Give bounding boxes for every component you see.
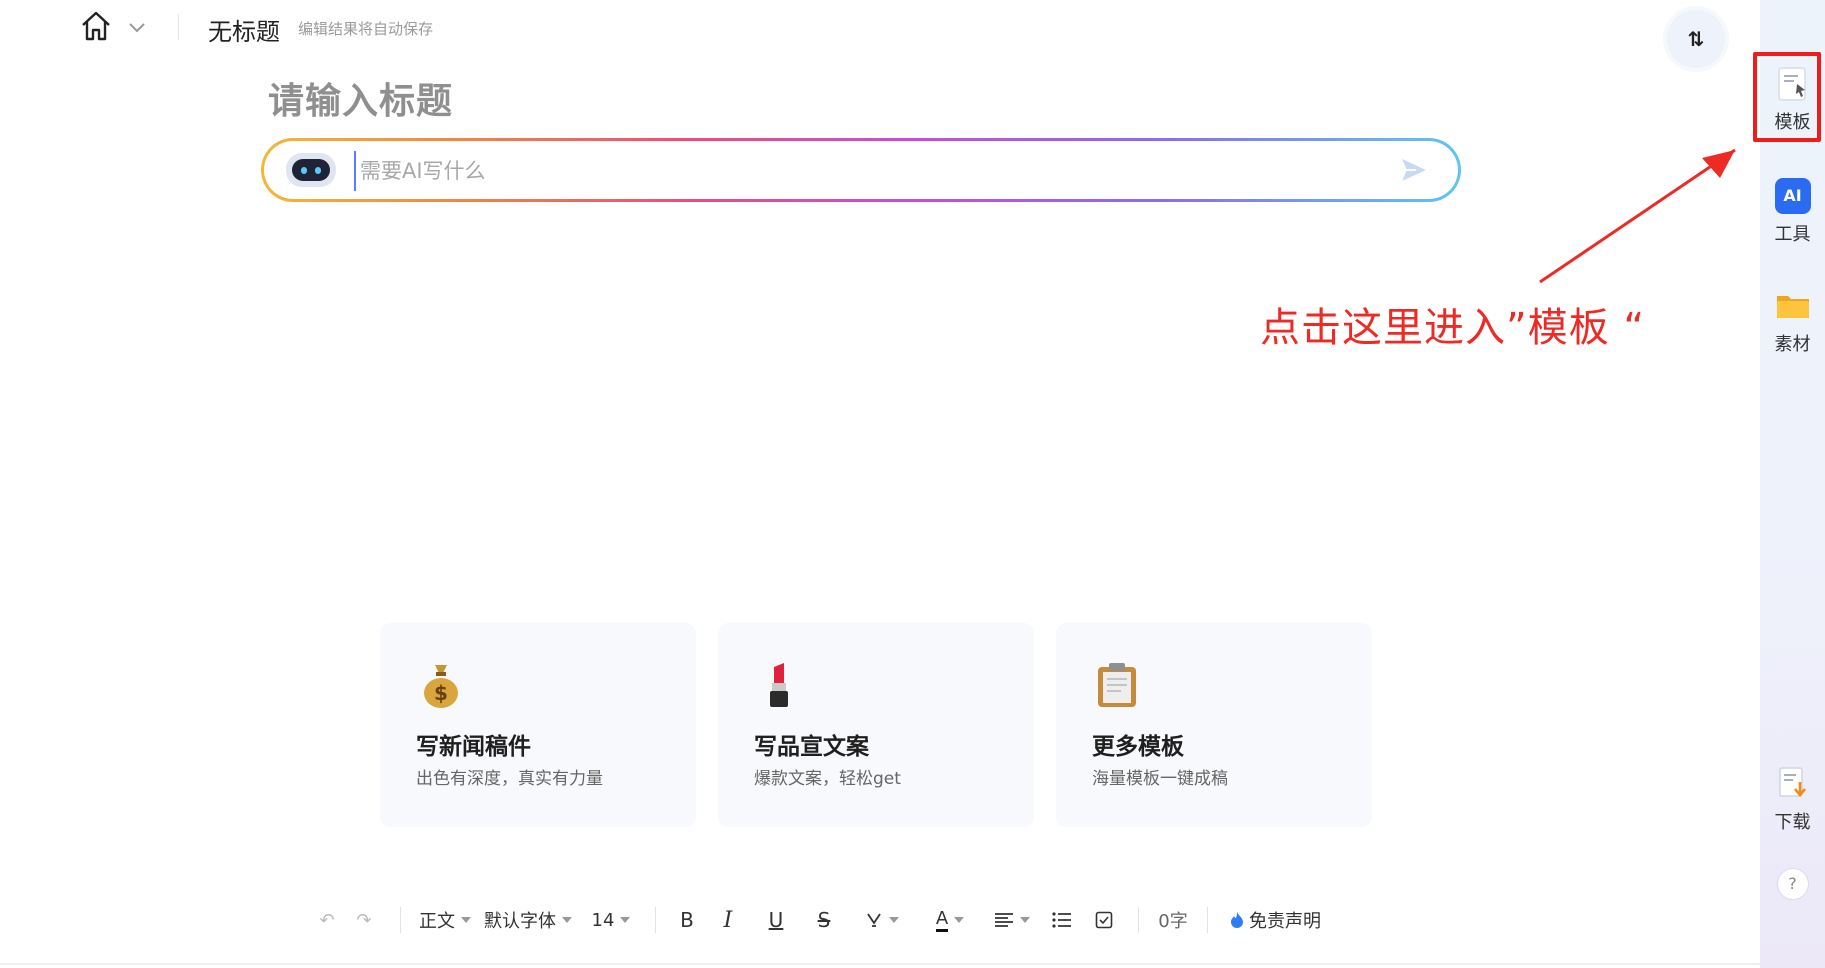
title-input[interactable]: 请输入标题 — [268, 72, 453, 124]
ai-prompt-box — [261, 138, 1461, 202]
format-toolbar: ↶ ↷ 正文 默认字体 14 B I U S A 0字 免责声明 — [312, 900, 1452, 940]
checkbox-icon — [1095, 911, 1113, 929]
right-sidebar: 模板 AI 工具 素材 下载 ? — [1760, 0, 1825, 968]
help-button[interactable]: ? — [1760, 868, 1825, 900]
bold-button[interactable]: B — [670, 900, 704, 940]
annotation-arrow — [1539, 148, 1736, 284]
editor-bottom-border — [0, 963, 1760, 965]
clipboard-icon — [1098, 663, 1136, 707]
toolbar-divider — [1138, 907, 1139, 933]
home-icon[interactable] — [78, 8, 114, 44]
card-description: 出色有深度，真实有力量 — [416, 769, 603, 789]
sidebar-item-label: 下载 — [1774, 812, 1811, 833]
font-size-label: 14 — [591, 909, 615, 931]
paragraph-style-select[interactable]: 正文 — [415, 900, 475, 940]
ai-icon: AI — [1774, 178, 1811, 214]
font-family-label: 默认字体 — [484, 911, 556, 932]
header-divider — [178, 14, 179, 40]
annotation-text: 点击这里进入”模板 “ — [1260, 305, 1646, 351]
switch-icon: ⇅ — [1687, 27, 1705, 51]
align-button[interactable] — [984, 900, 1040, 940]
sidebar-item-label: 素材 — [1774, 334, 1811, 355]
chevron-down-icon[interactable] — [126, 16, 148, 38]
template-highlight-box — [1753, 52, 1821, 142]
download-icon — [1778, 767, 1806, 798]
card-description: 海量模板一键成稿 — [1092, 769, 1228, 789]
help-icon: ? — [1776, 868, 1809, 900]
checklist-button[interactable] — [1084, 900, 1124, 940]
money-bag-icon: $ — [424, 665, 458, 708]
card-more-templates[interactable]: 更多模板 海量模板一键成稿 — [1056, 623, 1372, 827]
align-left-icon — [995, 913, 1013, 927]
sidebar-item-tools[interactable]: AI 工具 — [1760, 178, 1825, 246]
paragraph-style-label: 正文 — [419, 911, 455, 932]
italic-button[interactable]: I — [704, 900, 752, 940]
ai-prompt-input[interactable] — [354, 151, 1362, 191]
sidebar-item-label: 工具 — [1774, 224, 1811, 245]
sidebar-item-download[interactable]: 下载 — [1760, 766, 1825, 834]
highlight-button[interactable] — [848, 900, 916, 940]
toolbar-divider — [1207, 907, 1208, 933]
sidebar-item-materials[interactable]: 素材 — [1760, 288, 1825, 356]
font-size-select[interactable]: 14 — [581, 900, 641, 940]
robot-icon — [286, 153, 336, 187]
autosave-hint: 编辑结果将自动保存 — [298, 20, 434, 38]
underline-button[interactable]: U — [752, 900, 800, 940]
toolbar-divider — [400, 907, 401, 933]
card-description: 爆款文案，轻松get — [754, 769, 901, 789]
undo-icon[interactable]: ↶ — [312, 900, 342, 940]
card-title: 写新闻稿件 — [416, 734, 531, 760]
disclaimer-label: 免责声明 — [1249, 911, 1321, 932]
card-brand-copy[interactable]: 写品宣文案 爆款文案，轻松get — [718, 623, 1034, 827]
redo-icon[interactable]: ↷ — [342, 900, 386, 940]
strikethrough-button[interactable]: S — [800, 900, 848, 940]
switch-button[interactable]: ⇅ — [1667, 10, 1725, 68]
card-title: 更多模板 — [1092, 734, 1184, 760]
bullet-list-button[interactable] — [1040, 900, 1084, 940]
document-title[interactable]: 无标题 — [208, 12, 280, 47]
word-count: 0字 — [1158, 911, 1188, 932]
bullet-list-icon — [1052, 912, 1071, 928]
disclaimer-link[interactable]: 免责声明 — [1222, 900, 1328, 940]
card-title: 写品宣文案 — [754, 734, 869, 760]
flame-icon — [1231, 912, 1243, 928]
folder-icon — [1776, 296, 1809, 318]
send-icon[interactable] — [1400, 157, 1428, 183]
card-news-writing[interactable]: $ 写新闻稿件 出色有深度，真实有力量 — [380, 623, 696, 827]
svg-text:$: $ — [434, 681, 448, 705]
highlighter-icon — [867, 913, 881, 927]
lipstick-icon — [770, 663, 788, 707]
font-color-label: A — [935, 908, 949, 932]
font-color-button[interactable]: A — [916, 900, 984, 940]
font-family-select[interactable]: 默认字体 — [475, 900, 581, 940]
toolbar-divider — [655, 907, 656, 933]
